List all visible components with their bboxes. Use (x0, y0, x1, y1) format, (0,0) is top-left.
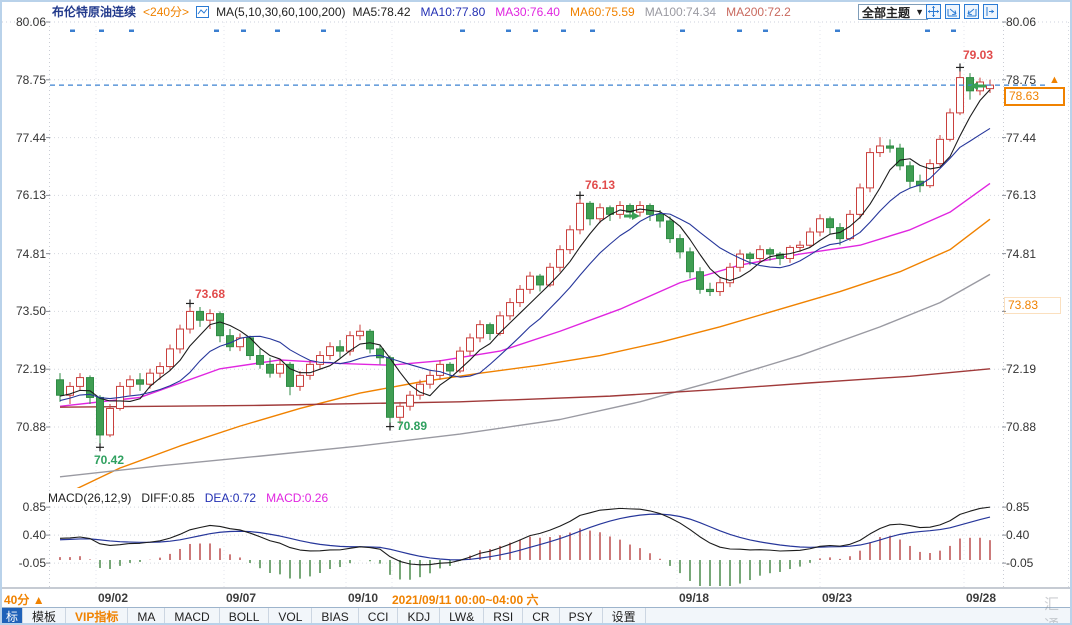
axis-label: -0.05 (2, 556, 46, 570)
period-selector[interactable]: 40分 ▲ (4, 591, 45, 608)
shrink-left-icon[interactable] (945, 4, 960, 19)
axis-label: 80.06 (2, 15, 46, 29)
price-annotation: 76.13 (585, 178, 615, 192)
indicator-tab-lw&[interactable]: LW& (440, 608, 484, 625)
ma-legend-item: MA60:75.59 (570, 5, 635, 19)
ma-legend-item: MA100:74.34 (645, 5, 716, 19)
indicator-tab-vol[interactable]: VOL (269, 608, 312, 625)
macd-diff-value: DIFF:0.85 (141, 491, 194, 505)
axis-label: 72.19 (1006, 362, 1036, 376)
indicator-tab-cr[interactable]: CR (523, 608, 559, 625)
period-selector-label: 40分 (4, 593, 29, 607)
indicator-tab-模板[interactable]: 模板 (23, 608, 66, 625)
pan-right-icon[interactable] (983, 4, 998, 19)
indicator-tab-macd[interactable]: MACD (165, 608, 219, 625)
x-axis-date-label: 09/10 (348, 591, 378, 605)
ma-legend-item: MA5:78.42 (352, 5, 410, 19)
chevron-down-icon: ▼ (915, 7, 924, 17)
chart-header: 布伦特原油连续 <240分> MA(5,10,30,60,100,200) MA… (52, 3, 791, 20)
indicator-tab-rsi[interactable]: RSI (484, 608, 523, 625)
reference-price-label: 73.83 (1004, 297, 1061, 314)
ma-legend-item: MA30:76.40 (495, 5, 560, 19)
indicator-tab-kdj[interactable]: KDJ (398, 608, 440, 625)
last-price-up-icon: ▲ (1049, 74, 1060, 86)
axis-label: 0.40 (2, 528, 46, 542)
indicator-toolbar: 标模板VIP指标MAMACDBOLLVOLBIASCCIKDJLW&RSICRP… (2, 607, 1072, 625)
axis-label: 76.13 (1006, 188, 1036, 202)
axis-label: 0.85 (1006, 500, 1029, 514)
indicator-tab-设置[interactable]: 设置 (603, 608, 646, 625)
ma-legend: MA5:78.42 MA10:77.80 MA30:76.40 MA60:75.59 M… (352, 5, 790, 19)
instrument-title: 布伦特原油连续 (52, 3, 136, 20)
macd-dea-value: DEA:0.72 (205, 491, 256, 505)
axis-label: 80.06 (1006, 15, 1036, 29)
indicator-tab-boll[interactable]: BOLL (220, 608, 270, 625)
last-price-badge: 78.63 (1004, 87, 1065, 106)
x-axis-date-label: 09/23 (822, 591, 852, 605)
axis-label: 76.13 (2, 188, 46, 202)
x-axis-date-label: 09/02 (98, 591, 128, 605)
axis-label: 70.88 (2, 420, 46, 434)
axis-label: 78.75 (1006, 73, 1036, 87)
axis-label: 70.88 (1006, 420, 1036, 434)
axis-label: 0.40 (1006, 528, 1029, 542)
theme-dropdown-label: 全部主题 (862, 4, 910, 21)
macd-macd-value: MACD:0.26 (266, 491, 328, 505)
price-annotation: 70.89 (397, 419, 427, 433)
shrink-right-icon[interactable] (964, 4, 979, 19)
pan-crosshair-icon[interactable] (926, 4, 941, 19)
candlestick-chart[interactable] (2, 2, 1072, 625)
indicator-tab-cci[interactable]: CCI (359, 608, 399, 625)
x-axis-date-label: 09/18 (679, 591, 709, 605)
theme-dropdown[interactable]: 全部主题 ▼ (858, 4, 928, 20)
x-axis-date-label: 09/07 (226, 591, 256, 605)
axis-label: 73.50 (2, 304, 46, 318)
ma-legend-item: MA10:77.80 (421, 5, 486, 19)
axis-label: 77.44 (1006, 131, 1036, 145)
axis-label: -0.05 (1006, 556, 1033, 570)
x-axis-date-label: 09/28 (966, 591, 996, 605)
ma-settings-label: MA(5,10,30,60,100,200) (216, 5, 345, 19)
indicator-tab-bias[interactable]: BIAS (312, 608, 358, 625)
indicator-tab-ma[interactable]: MA (128, 608, 165, 625)
axis-label: 74.81 (1006, 247, 1036, 261)
x-axis-strip: 40分 ▲ 2021/09/11 00:00~04:00 六 09/02 09/0… (2, 588, 1072, 607)
axis-label: 0.85 (2, 500, 46, 514)
macd-header: MACD(26,12,9) DIFF:0.85 DEA:0.72 MACD:0.… (48, 491, 328, 505)
price-annotation: 73.68 (195, 287, 225, 301)
axis-label: 78.75 (2, 73, 46, 87)
axis-label: 74.81 (2, 247, 46, 261)
triangle-up-icon: ▲ (33, 593, 45, 607)
axis-label: 72.19 (2, 362, 46, 376)
price-annotation: 70.42 (94, 453, 124, 467)
watermark: 汇通 (1044, 593, 1070, 625)
highlighted-bar-datetime: 2021/09/11 00:00~04:00 六 (392, 591, 538, 608)
axis-label: 77.44 (2, 131, 46, 145)
indicator-tab-标[interactable]: 标 (2, 608, 23, 625)
indicator-tab-psy[interactable]: PSY (560, 608, 603, 625)
period-tag: <240分> (143, 3, 189, 20)
indicator-chart-icon[interactable] (196, 6, 209, 18)
price-annotation: 79.03 (963, 48, 993, 62)
indicator-tab-vip指标[interactable]: VIP指标 (66, 608, 128, 625)
macd-params-label: MACD(26,12,9) (48, 491, 131, 505)
ma-legend-item: MA200:72.2 (726, 5, 791, 19)
chart-app-window: 布伦特原油连续 <240分> MA(5,10,30,60,100,200) MA… (0, 0, 1072, 625)
